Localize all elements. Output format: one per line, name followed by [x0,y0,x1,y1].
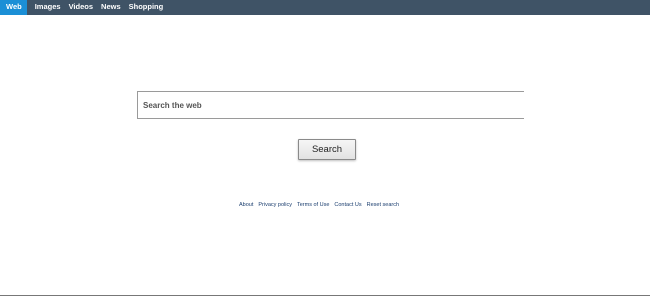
tab-videos[interactable]: Videos [65,0,97,15]
top-nav-bar: Web Images Videos News Shopping [0,0,650,15]
footer-link-contact-us[interactable]: Contact Us [334,202,361,208]
tab-shopping[interactable]: Shopping [125,0,168,15]
search-input[interactable] [138,92,524,118]
bottom-divider [0,295,650,296]
search-button[interactable]: Search [298,139,356,160]
footer-link-privacy-policy[interactable]: Privacy policy [258,202,292,208]
tab-images[interactable]: Images [31,0,65,15]
footer-link-about[interactable]: About [239,202,253,208]
tab-web[interactable]: Web [0,0,27,15]
search-box [137,91,524,119]
tab-news[interactable]: News [97,0,125,15]
page: Web Images Videos News Shopping Search A… [0,0,650,297]
footer-link-reset-search[interactable]: Reset search [367,202,399,208]
footer-links: About Privacy policy Terms of Use Contac… [239,201,404,209]
search-vertical-tabs: Web Images Videos News Shopping [0,0,650,15]
footer-link-terms-of-use[interactable]: Terms of Use [297,202,329,208]
